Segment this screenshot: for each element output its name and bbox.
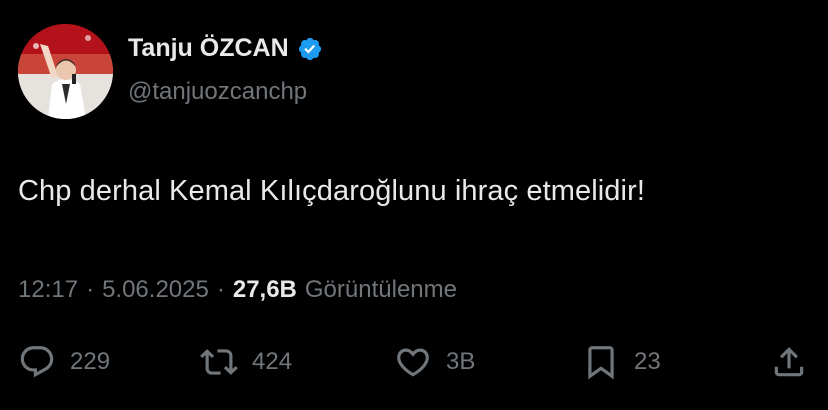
meta-separator: · [86, 276, 95, 303]
bookmark-count: 23 [634, 348, 661, 375]
reply-count: 229 [70, 348, 111, 375]
bookmark-button[interactable]: 23 [582, 340, 661, 384]
bookmark-icon [588, 346, 614, 380]
tweet-date[interactable]: 5.06.2025 [102, 276, 209, 304]
heart-icon [397, 348, 429, 377]
tweet-text: Chp derhal Kemal Kılıçdaroğlunu ihraç et… [18, 175, 645, 207]
verified-badge-icon[interactable] [297, 36, 323, 62]
share-button[interactable] [770, 340, 808, 384]
author-row: Tanju ÖZCAN [128, 34, 323, 63]
repost-icon [200, 349, 238, 375]
like-count: 3B [446, 348, 476, 375]
repost-count: 424 [252, 348, 293, 375]
author-name[interactable]: Tanju ÖZCAN [128, 34, 289, 63]
repost-button[interactable]: 424 [200, 340, 292, 384]
share-icon [774, 347, 804, 377]
profile-photo [18, 24, 113, 119]
meta-separator: · [216, 276, 225, 303]
like-button[interactable]: 3B [394, 340, 475, 384]
avatar[interactable] [18, 24, 113, 119]
author-handle[interactable]: @tanjuozcanchp [128, 78, 307, 106]
reply-button[interactable]: 229 [18, 340, 110, 384]
views-count[interactable]: 27,6B [233, 276, 297, 304]
views-label: Görüntülenme [304, 276, 457, 303]
tweet-time[interactable]: 12:17 [18, 276, 78, 304]
action-bar: 229 424 3B 23 [18, 340, 810, 384]
reply-icon [20, 346, 54, 378]
tweet-meta: 12:17 · 5.06.2025 · 27,6B Görüntülenme [18, 276, 457, 304]
